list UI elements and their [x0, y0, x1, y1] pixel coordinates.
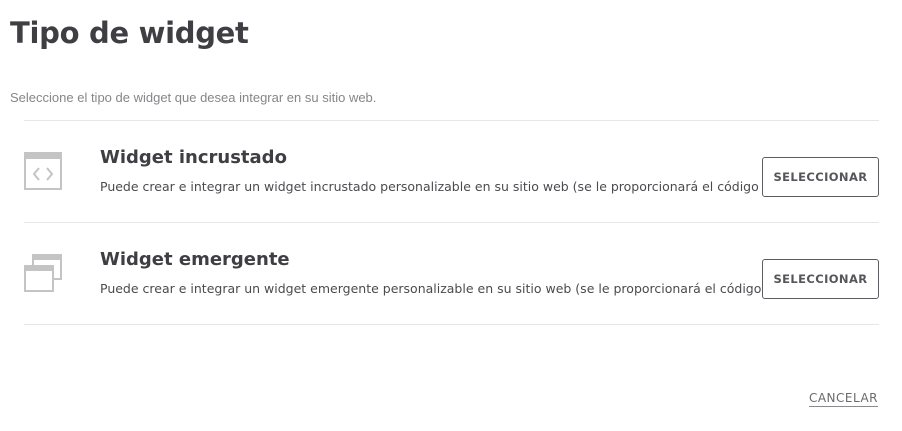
widget-option-embedded: Widget incrustado Puede crear e integrar…: [24, 121, 879, 223]
widget-option-description: Puede crear e integrar un widget incrust…: [100, 179, 803, 194]
embedded-code-window-icon: [24, 152, 62, 190]
select-popup-widget-button[interactable]: SELECCIONAR: [762, 259, 879, 299]
select-embedded-widget-button[interactable]: SELECCIONAR: [762, 157, 879, 197]
widget-option-popup: Widget emergente Puede crear e integrar …: [24, 223, 879, 325]
cancel-link[interactable]: CANCELAR: [808, 390, 878, 407]
page-subtitle: Seleccione el tipo de widget que desea i…: [10, 90, 377, 105]
widget-option-title: Widget incrustado: [100, 147, 287, 168]
widget-option-description: Puede crear e integrar un widget emergen…: [100, 281, 806, 296]
popup-stacked-windows-icon: [24, 254, 62, 292]
widget-option-title: Widget emergente: [100, 249, 290, 270]
page-title: Tipo de widget: [10, 16, 249, 50]
widget-type-list: Widget incrustado Puede crear e integrar…: [24, 120, 879, 325]
